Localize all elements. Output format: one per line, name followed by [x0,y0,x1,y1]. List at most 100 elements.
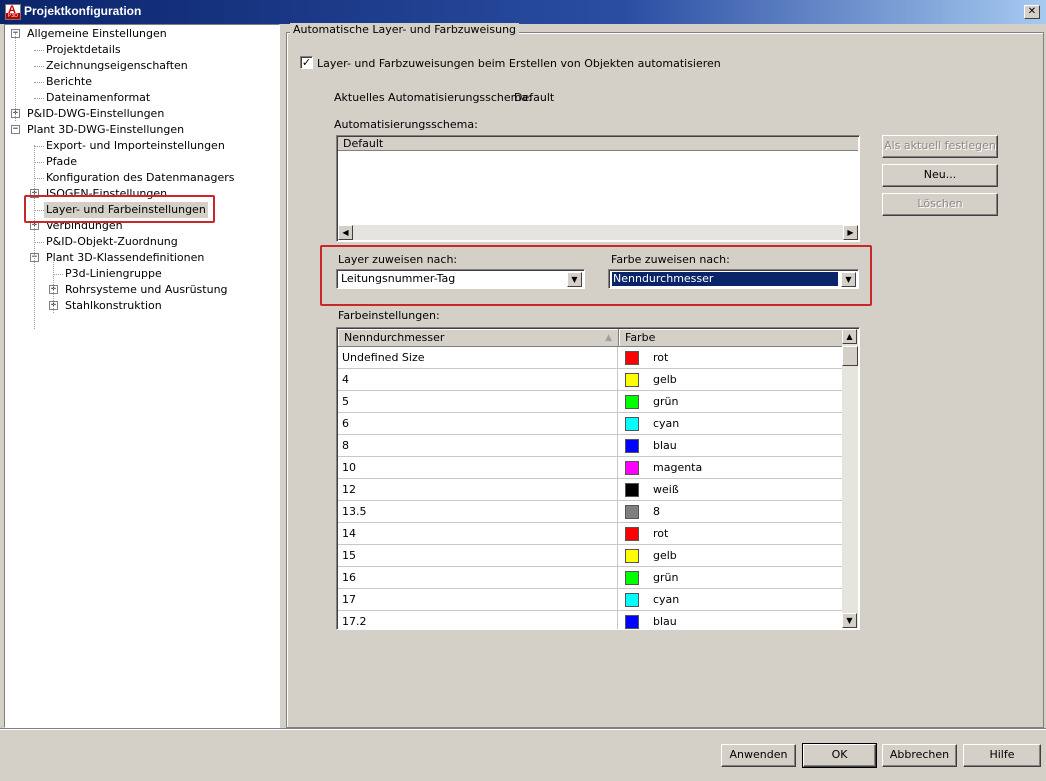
table-row[interactable]: 17.2 blau [338,611,843,629]
close-button[interactable]: ✕ [1024,5,1040,19]
tree-item[interactable]: + P&ID-DWG-Einstellungen [5,106,279,122]
tree-item-label[interactable]: Dateinamenformat [44,90,152,106]
collapse-icon[interactable]: − [11,125,20,134]
tree-item-label[interactable]: Konfiguration des Datenmanagers [44,170,237,186]
size-cell[interactable]: 10 [338,457,618,478]
tree-item[interactable]: Export- und Importeinstellungen [5,138,279,154]
size-cell[interactable]: 14 [338,523,618,544]
table-row[interactable]: Undefined Size rot [338,347,843,369]
tree-item-label[interactable]: Projektdetails [44,42,123,58]
tree-item-label[interactable]: Zeichnungseigenschaften [44,58,190,74]
size-cell[interactable]: 8 [338,435,618,456]
scroll-thumb[interactable] [842,346,858,366]
chevron-down-icon[interactable]: ▼ [841,272,856,287]
tree-item[interactable]: P3d-Liniengruppe [5,266,279,282]
table-row[interactable]: 12 weiß [338,479,843,501]
column-header-size[interactable]: Nenndurchmesser ▲ [338,329,619,347]
tree-item[interactable]: Konfiguration des Datenmanagers [5,170,279,186]
layer-assign-dropdown[interactable]: Leitungsnummer-Tag ▼ [336,269,585,289]
color-settings-grid[interactable]: Nenndurchmesser ▲ Farbe Undefined Size ro… [336,327,860,630]
auto-assign-checkbox[interactable]: ✓ [300,56,313,69]
scroll-left-icon[interactable]: ◀ [338,225,353,240]
table-row[interactable]: 8 blau [338,435,843,457]
color-cell[interactable]: grün [619,567,843,588]
tree-item-label[interactable]: P&ID-DWG-Einstellungen [25,106,166,122]
table-row[interactable]: 6 cyan [338,413,843,435]
tree-item[interactable]: Zeichnungseigenschaften [5,58,279,74]
tree-item[interactable]: Pfade [5,154,279,170]
color-cell[interactable]: gelb [619,545,843,566]
tree-item[interactable]: + Stahlkonstruktion [5,298,279,314]
color-assign-dropdown[interactable]: Nenndurchmesser ▼ [608,269,859,289]
tree-item-label[interactable]: Plant 3D-DWG-Einstellungen [25,122,186,138]
ok-button[interactable]: OK [802,743,877,768]
color-name: rot [653,351,669,364]
color-cell[interactable]: cyan [619,589,843,610]
tree-item[interactable]: − Plant 3D-Klassendefinitionen [5,250,279,266]
table-row[interactable]: 14 rot [338,523,843,545]
color-cell[interactable]: cyan [619,413,843,434]
size-cell[interactable]: 4 [338,369,618,390]
table-row[interactable]: 4 gelb [338,369,843,391]
color-cell[interactable]: blau [619,611,843,629]
tree-item-label[interactable]: Plant 3D-Klassendefinitionen [44,250,206,266]
table-row[interactable]: 10 magenta [338,457,843,479]
tree-item-label[interactable]: Allgemeine Einstellungen [25,26,169,42]
delete-schema-button[interactable]: Löschen [882,193,998,216]
tree-item-label[interactable]: Stahlkonstruktion [63,298,164,314]
schema-list-hscroll[interactable]: ◀ ▶ [338,225,858,240]
table-row[interactable]: 16 grün [338,567,843,589]
color-cell[interactable]: magenta [619,457,843,478]
size-cell[interactable]: Undefined Size [338,347,618,368]
new-schema-button[interactable]: Neu... [882,164,998,187]
tree-item[interactable]: − Plant 3D-DWG-Einstellungen [5,122,279,138]
color-cell[interactable]: rot [619,347,843,368]
tree-item[interactable]: Dateinamenformat [5,90,279,106]
set-current-button[interactable]: Als aktuell festlegen [882,135,998,158]
size-cell[interactable]: 12 [338,479,618,500]
size-cell[interactable]: 15 [338,545,618,566]
size-cell[interactable]: 6 [338,413,618,434]
auto-assign-checkbox-label[interactable]: Layer- und Farbzuweisungen beim Erstelle… [317,57,721,70]
table-row[interactable]: 13.5 8 [338,501,843,523]
tree-connector [34,178,44,179]
tree-item[interactable]: P&ID-Objekt-Zuordnung [5,234,279,250]
table-row[interactable]: 15 gelb [338,545,843,567]
size-cell[interactable]: 17.2 [338,611,618,629]
size-cell[interactable]: 16 [338,567,618,588]
color-cell[interactable]: grün [619,391,843,412]
table-row[interactable]: 5 grün [338,391,843,413]
tree-item[interactable]: − Allgemeine Einstellungen [5,26,279,42]
size-cell[interactable]: 13.5 [338,501,618,522]
schema-list-item-default[interactable]: Default [338,137,858,151]
chevron-down-icon[interactable]: ▼ [567,272,582,287]
tree-item-label[interactable]: Pfade [44,154,79,170]
color-cell[interactable]: 8 [619,501,843,522]
scroll-up-icon[interactable]: ▲ [842,329,857,344]
tree-item[interactable]: Berichte [5,74,279,90]
tree-item-label[interactable]: P&ID-Objekt-Zuordnung [44,234,180,250]
settings-tree[interactable]: − Allgemeine Einstellungen Projektdetails Z… [4,24,280,728]
cancel-button[interactable]: Abbrechen [882,744,957,767]
tree-item-label[interactable]: Berichte [44,74,94,90]
table-row[interactable]: 17 cyan [338,589,843,611]
scroll-down-icon[interactable]: ▼ [842,613,857,628]
color-cell[interactable]: blau [619,435,843,456]
tree-item-label[interactable]: Rohrsysteme und Ausrüstung [63,282,230,298]
apply-button[interactable]: Anwenden [721,744,796,767]
tree-item-label[interactable]: P3d-Liniengruppe [63,266,164,282]
size-cell[interactable]: 5 [338,391,618,412]
color-cell[interactable]: weiß [619,479,843,500]
grid-vscroll[interactable]: ▲ ▼ [842,329,858,628]
scroll-right-icon[interactable]: ▶ [843,225,858,240]
tree-item[interactable]: + Rohrsysteme und Ausrüstung [5,282,279,298]
color-cell[interactable]: rot [619,523,843,544]
column-header-color[interactable]: Farbe [619,329,843,347]
tree-item-label[interactable]: Export- und Importeinstellungen [44,138,227,154]
schema-listbox[interactable]: Default ◀ ▶ [336,135,860,242]
color-cell[interactable]: gelb [619,369,843,390]
help-button[interactable]: Hilfe [963,744,1041,767]
tree-connector [34,242,44,243]
size-cell[interactable]: 17 [338,589,618,610]
tree-item[interactable]: Projektdetails [5,42,279,58]
